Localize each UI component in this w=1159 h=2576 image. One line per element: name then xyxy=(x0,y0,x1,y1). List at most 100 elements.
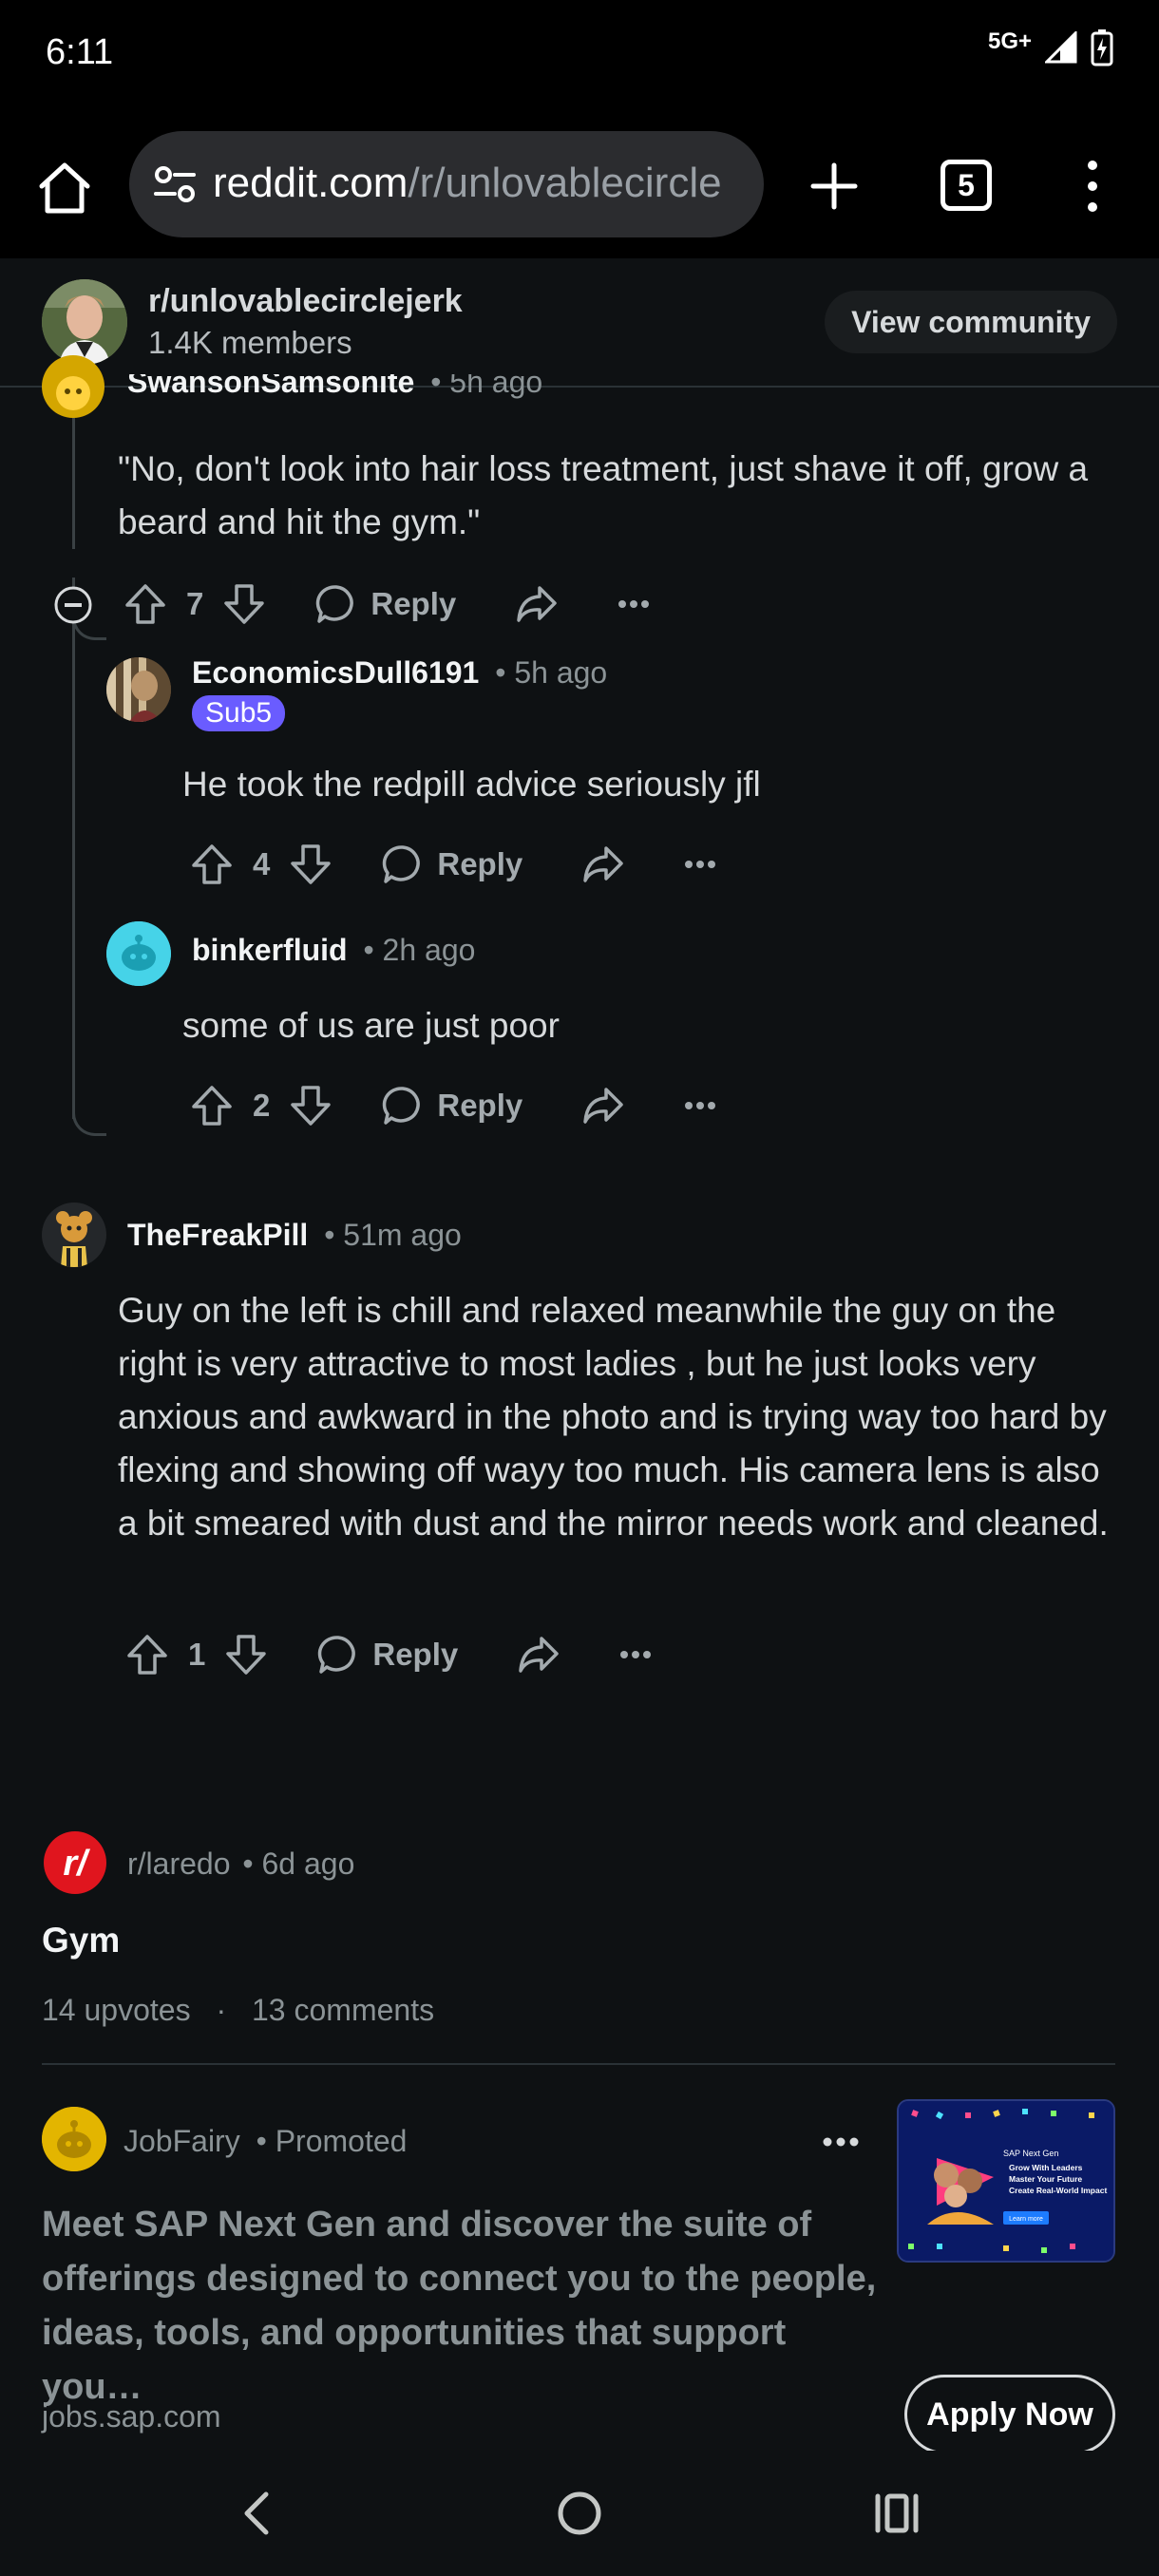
reply-label: Reply xyxy=(437,846,523,881)
author-name[interactable]: TheFreakPill xyxy=(127,1218,308,1252)
post-subreddit[interactable]: r/laredo xyxy=(127,1847,231,1881)
downvote-icon[interactable] xyxy=(289,1084,332,1127)
more-options-icon[interactable] xyxy=(619,1650,652,1659)
address-bar[interactable]: reddit.com/r/unlovablecircle xyxy=(129,131,764,237)
ad-headline[interactable]: Meet SAP Next Gen and discover the suite… xyxy=(42,2198,878,2415)
ad-meta: JobFairy • Promoted xyxy=(124,2124,407,2159)
comment-author[interactable]: EconomicsDull6191 • 5h ago xyxy=(192,655,607,691)
more-options-icon[interactable] xyxy=(684,860,716,869)
network-type: 5G+ xyxy=(987,28,1032,54)
subreddit-icon[interactable]: r/ xyxy=(44,1831,106,1894)
comment-time: • 2h ago xyxy=(363,933,476,967)
comment-icon xyxy=(316,585,354,623)
community-member-count: 1.4K members xyxy=(148,325,352,360)
upvote-icon[interactable] xyxy=(190,1084,234,1127)
thread-line xyxy=(72,578,75,1119)
post-upvotes: 14 upvotes xyxy=(42,1993,191,2027)
reply-label: Reply xyxy=(370,586,457,621)
advertiser-avatar[interactable] xyxy=(42,2107,106,2171)
divider xyxy=(42,2063,1115,2065)
site-settings-icon[interactable] xyxy=(150,160,200,209)
community-name[interactable]: r/unlovablecirclejerk xyxy=(148,283,463,320)
comment-actions: 2 Reply xyxy=(190,1075,716,1136)
thumb-point: Master Your Future xyxy=(1009,2174,1082,2184)
comment-time: • 5h ago xyxy=(430,374,543,399)
ad-domain[interactable]: jobs.sap.com xyxy=(42,2399,221,2434)
comment-icon xyxy=(383,1087,421,1125)
author-name[interactable]: EconomicsDull6191 xyxy=(192,655,479,690)
more-options-icon[interactable] xyxy=(684,1101,716,1110)
vote-count: 1 xyxy=(188,1637,206,1672)
share-icon[interactable] xyxy=(581,1084,625,1127)
home-nav-icon[interactable] xyxy=(549,2483,610,2544)
avatar[interactable] xyxy=(42,355,104,418)
back-icon[interactable] xyxy=(228,2483,289,2544)
author-name[interactable]: binkerfluid xyxy=(192,933,348,967)
ad-thumbnail[interactable]: SAP Next Gen Grow With Leaders Master Yo… xyxy=(897,2099,1115,2263)
vote-count: 7 xyxy=(186,586,204,621)
reply-button[interactable]: Reply xyxy=(382,843,522,885)
browser-toolbar: reddit.com/r/unlovablecircle 5 xyxy=(0,114,1159,258)
url-domain: reddit.com xyxy=(213,160,408,206)
thread-line xyxy=(72,1052,106,1136)
downvote-icon[interactable] xyxy=(222,582,266,626)
share-icon[interactable] xyxy=(515,582,559,626)
vote-count: 2 xyxy=(253,1088,271,1123)
avatar[interactable] xyxy=(106,921,171,986)
comment-actions: 7 Reply xyxy=(124,574,650,635)
tab-switcher-button[interactable]: 5 xyxy=(940,160,992,211)
signal-icon xyxy=(1045,31,1077,64)
post-time: • 6d ago xyxy=(242,1847,355,1881)
upvote-icon[interactable] xyxy=(124,582,167,626)
community-header: r/unlovablecirclejerk 1.4K members View … xyxy=(0,258,1159,388)
reply-label: Reply xyxy=(437,1088,523,1123)
reply-button[interactable]: Reply xyxy=(315,583,456,625)
status-time: 6:11 xyxy=(46,32,114,72)
url-path: /r/unlovablecircle xyxy=(408,160,722,206)
avatar[interactable] xyxy=(106,657,171,722)
share-icon[interactable] xyxy=(517,1633,560,1676)
advertiser-name[interactable]: JobFairy xyxy=(124,2124,240,2158)
community-avatar[interactable] xyxy=(42,279,127,365)
system-navigation-bar xyxy=(0,2451,1159,2576)
url-text: reddit.com/r/unlovablecircle xyxy=(213,160,722,207)
home-icon[interactable] xyxy=(36,160,93,217)
comment-body: "No, don't look into hair loss treatment… xyxy=(118,449,1089,541)
recents-icon[interactable] xyxy=(868,2483,929,2544)
post-comment-count: 13 comments xyxy=(252,1993,435,2027)
more-options-icon[interactable] xyxy=(823,2137,859,2147)
avatar[interactable] xyxy=(42,1203,106,1267)
thumb-point: Grow With Leaders xyxy=(1009,2163,1083,2172)
author-name[interactable]: SwansonSamsonite xyxy=(127,374,414,399)
comment-actions: 4 Reply xyxy=(190,834,716,895)
upvote-icon[interactable] xyxy=(190,843,234,886)
collapse-thread-icon[interactable] xyxy=(53,585,93,625)
comment-author[interactable]: SwansonSamsonite • 5h ago xyxy=(127,374,542,399)
post-stats: 14 upvotes · 13 comments xyxy=(42,1993,434,2028)
status-bar: 6:11 5G+ xyxy=(0,0,1159,114)
thumb-point: Create Real-World Impact xyxy=(1009,2186,1107,2195)
downvote-icon[interactable] xyxy=(289,843,332,886)
view-community-button[interactable]: View community xyxy=(825,291,1117,353)
comment-author[interactable]: TheFreakPill • 51m ago xyxy=(127,1218,462,1253)
post-meta: r/laredo • 6d ago xyxy=(127,1847,354,1882)
comment-author[interactable]: binkerfluid • 2h ago xyxy=(192,933,475,968)
share-icon[interactable] xyxy=(581,843,625,886)
comment-icon xyxy=(383,845,421,883)
new-tab-icon[interactable] xyxy=(808,160,861,213)
apply-now-button[interactable]: Apply Now xyxy=(904,2375,1115,2454)
reply-button[interactable]: Reply xyxy=(382,1085,522,1127)
downvote-icon[interactable] xyxy=(224,1633,268,1676)
comment-actions: 1 Reply xyxy=(125,1624,652,1685)
status-icons: 5G+ xyxy=(988,28,1113,66)
comment-body: Guy on the left is chill and relaxed mea… xyxy=(118,1291,1109,1543)
post-title[interactable]: Gym xyxy=(42,1921,120,1960)
vote-count: 4 xyxy=(253,846,271,881)
reply-button[interactable]: Reply xyxy=(317,1634,458,1676)
svg-text:r/: r/ xyxy=(63,1844,90,1884)
upvote-icon[interactable] xyxy=(125,1633,169,1676)
comment-body: some of us are just poor xyxy=(182,1006,560,1045)
more-vert-icon[interactable] xyxy=(1074,158,1112,215)
comment-body: He took the redpill advice seriously jfl xyxy=(182,765,761,804)
more-options-icon[interactable] xyxy=(618,599,650,609)
